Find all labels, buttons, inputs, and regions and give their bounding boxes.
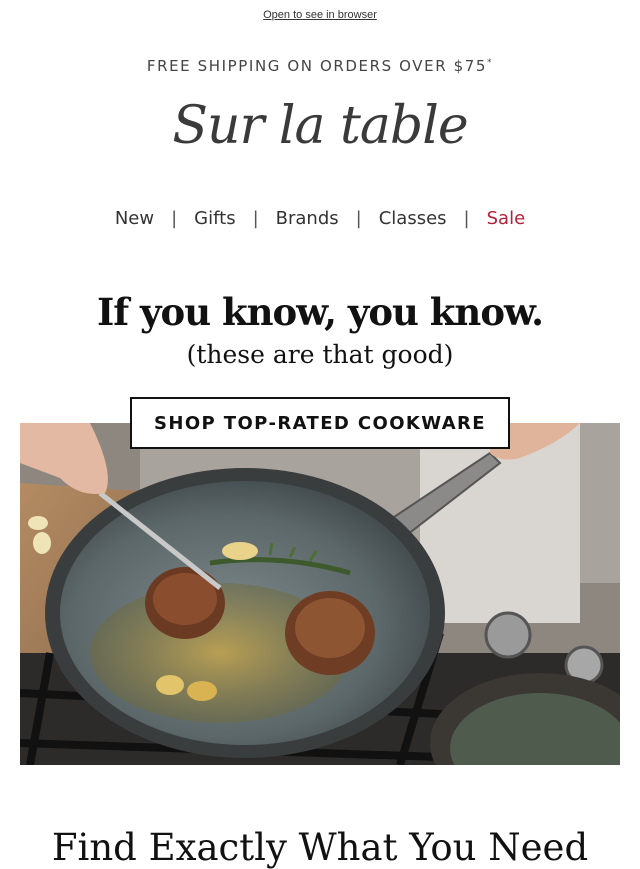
open-in-browser-link[interactable]: Open to see in browser <box>0 9 640 21</box>
nav-item-sale[interactable]: Sale <box>470 208 543 229</box>
hero-subhead: (these are that good) <box>186 340 454 369</box>
hero-headline: If you know, you know. <box>96 290 544 334</box>
shipping-asterisk: * <box>487 58 494 68</box>
hero-cookware-image[interactable] <box>20 423 620 765</box>
free-shipping-banner[interactable]: FREE SHIPPING ON ORDERS OVER $75* <box>0 57 640 75</box>
sur-la-table-logo[interactable]: Sur la table <box>0 96 640 156</box>
find-section-title: Find Exactly What You Need <box>51 826 589 869</box>
shipping-text: FREE SHIPPING ON ORDERS OVER $75 <box>146 57 488 75</box>
nav-item-gifts[interactable]: Gifts <box>177 208 252 229</box>
shop-top-rated-cookware-button[interactable]: SHOP TOP-RATED COOKWARE <box>130 397 510 449</box>
nav-item-classes[interactable]: Classes <box>362 208 464 229</box>
main-nav: New | Gifts | Brands | Classes | Sale <box>0 208 640 229</box>
nav-item-brands[interactable]: Brands <box>259 208 356 229</box>
skillet-illustration <box>20 423 620 765</box>
nav-item-new[interactable]: New <box>98 208 171 229</box>
